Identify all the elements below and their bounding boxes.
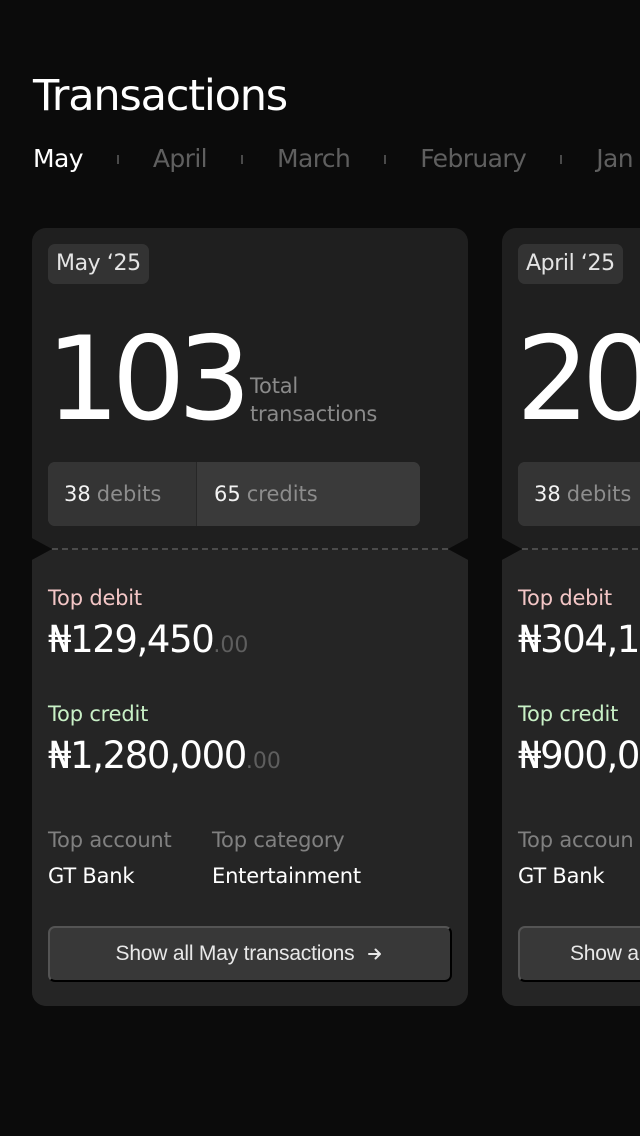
dashed-divider: [52, 548, 448, 550]
total-transactions-label-text: Total transactions: [250, 374, 378, 426]
top-debit-amount-decimal: .00: [213, 633, 249, 658]
transactions-screen: Transactions May April March February Ja…: [0, 0, 640, 1136]
debits-count-box[interactable]: 38 debits: [518, 462, 640, 526]
top-credit-amount-main: ₦900,0: [518, 734, 640, 777]
debit-credit-split: 38 debits: [518, 462, 640, 526]
top-credit-label: Top credit: [48, 702, 149, 726]
total-transactions-count: 20: [516, 312, 640, 447]
credits-count: 65: [214, 482, 241, 506]
tab-april[interactable]: April: [153, 142, 208, 176]
tab-separator: [241, 154, 244, 164]
tab-february[interactable]: February: [420, 142, 527, 176]
debits-count: 38: [64, 482, 91, 506]
arrow-right-icon: [366, 945, 384, 963]
top-credit-label: Top credit: [518, 702, 619, 726]
top-category-value: Entertainment: [212, 864, 361, 888]
show-all-april-transactions-button[interactable]: Show a: [518, 926, 640, 982]
top-debit-amount: ₦129,450.00: [48, 616, 248, 670]
debits-label: debits: [96, 482, 162, 506]
month-tabs: May April March February Jan: [33, 142, 634, 176]
debits-count: 38: [534, 482, 561, 506]
top-account-label: Top accoun: [518, 828, 634, 852]
top-debit-label: Top debit: [48, 586, 142, 610]
top-credit-amount-decimal: .00: [245, 749, 281, 774]
page-title: Transactions: [33, 71, 288, 121]
debits-label: debits: [566, 482, 632, 506]
top-debit-label: Top debit: [518, 586, 612, 610]
show-all-button-label: Show all May transactions: [115, 942, 355, 965]
top-category-label: Top category: [212, 828, 345, 852]
top-account-value: GT Bank: [518, 864, 605, 888]
debits-count-box[interactable]: 38 debits: [48, 462, 197, 526]
tab-january[interactable]: Jan: [596, 142, 633, 176]
month-summary-card-april[interactable]: April ‘25 20 38 debits Top debit ₦304,12…: [502, 228, 640, 1006]
month-summary-card-may[interactable]: May ‘25 103 Total transactions 38 debits…: [32, 228, 468, 1006]
period-chip: April ‘25: [518, 244, 623, 284]
top-credit-amount: ₦900,0: [518, 732, 640, 780]
total-transactions-label: Total transactions: [250, 372, 390, 428]
tab-separator: [560, 154, 563, 164]
debit-credit-split: 38 debits 65 credits: [48, 462, 420, 526]
top-debit-amount-main: ₦129,450: [48, 618, 215, 661]
period-chip: May ‘25: [48, 244, 149, 284]
tab-march[interactable]: March: [277, 142, 351, 176]
credits-count-box[interactable]: 65 credits: [197, 462, 420, 526]
dashed-divider: [522, 548, 640, 550]
top-account-value: GT Bank: [48, 864, 135, 888]
top-debit-amount-main: ₦304,12: [518, 618, 640, 661]
tab-may[interactable]: May: [33, 142, 83, 176]
credits-label: credits: [246, 482, 318, 506]
show-all-button-label: Show a: [570, 942, 639, 965]
show-all-may-transactions-button[interactable]: Show all May transactions: [48, 926, 452, 982]
tab-separator: [116, 154, 119, 164]
tab-separator: [384, 154, 387, 164]
top-credit-amount: ₦1,280,000.00: [48, 732, 281, 786]
total-transactions-count: 103: [46, 312, 251, 447]
top-credit-amount-main: ₦1,280,000: [48, 734, 247, 777]
top-account-label: Top account: [48, 828, 172, 852]
top-debit-amount: ₦304,12: [518, 616, 640, 664]
